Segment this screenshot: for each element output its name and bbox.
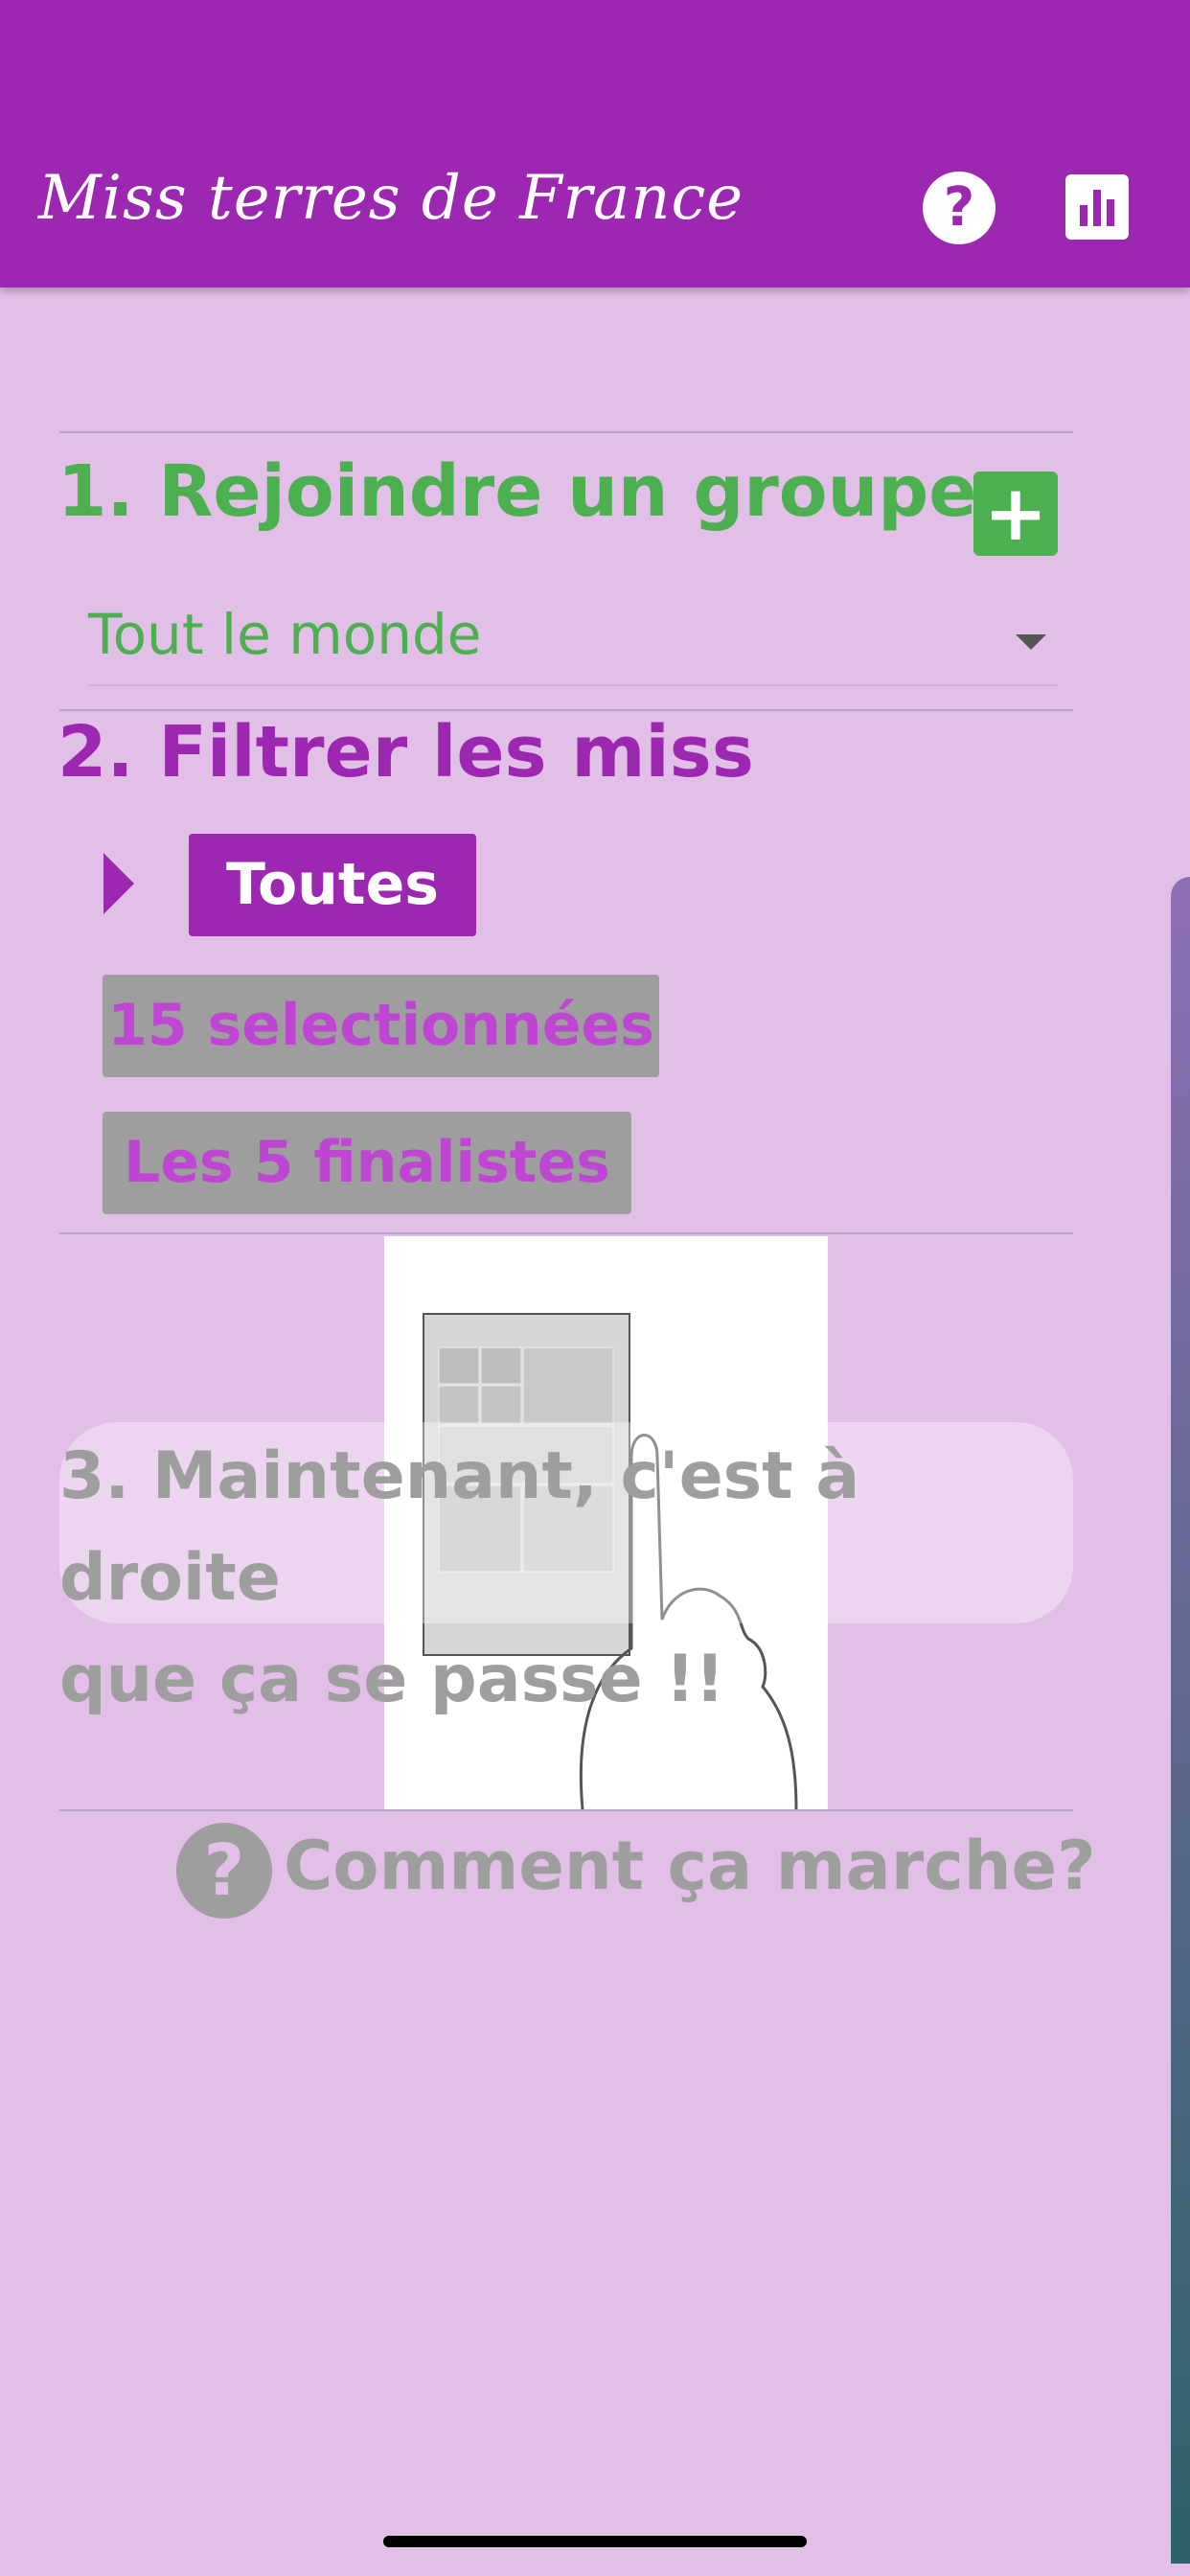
stats-icon[interactable]	[1065, 174, 1129, 240]
step3-line2: que ça se passe !!	[59, 1642, 725, 1717]
stats-bar	[1107, 199, 1114, 226]
app-title: Miss terres de France	[38, 163, 744, 234]
question-circle-icon: ?	[176, 1823, 272, 1919]
home-indicator[interactable]	[383, 2536, 807, 2547]
side-panel-edge[interactable]	[1171, 877, 1190, 2564]
add-group-button[interactable]: +	[973, 472, 1058, 556]
stats-bar	[1093, 190, 1101, 226]
step2-title: 2. Filtrer les miss	[57, 711, 754, 794]
how-it-works-label: Comment ça marche?	[284, 1827, 1096, 1905]
step3-line1: 3. Maintenant, c'est à droite	[59, 1438, 860, 1616]
step3-text: 3. Maintenant, c'est à droite que ça se …	[59, 1426, 1056, 1731]
group-select[interactable]: Tout le monde	[88, 602, 1058, 686]
selected-pointer-icon	[103, 853, 134, 914]
help-icon[interactable]: ?	[923, 172, 995, 244]
filter-toutes-button[interactable]: Toutes	[189, 834, 476, 936]
divider	[59, 431, 1073, 433]
stats-bar	[1080, 205, 1087, 226]
divider	[59, 1809, 1073, 1811]
divider	[59, 1232, 1073, 1234]
group-select-value: Tout le monde	[88, 602, 482, 667]
filter-15-selected-button[interactable]: 15 selectionnées	[103, 975, 659, 1077]
app-bar: Miss terres de France ?	[0, 0, 1190, 288]
step1-title: 1. Rejoindre un groupe	[57, 450, 977, 533]
dropdown-arrow-icon	[1016, 634, 1046, 650]
filter-5-finalists-button[interactable]: Les 5 finalistes	[103, 1112, 631, 1214]
